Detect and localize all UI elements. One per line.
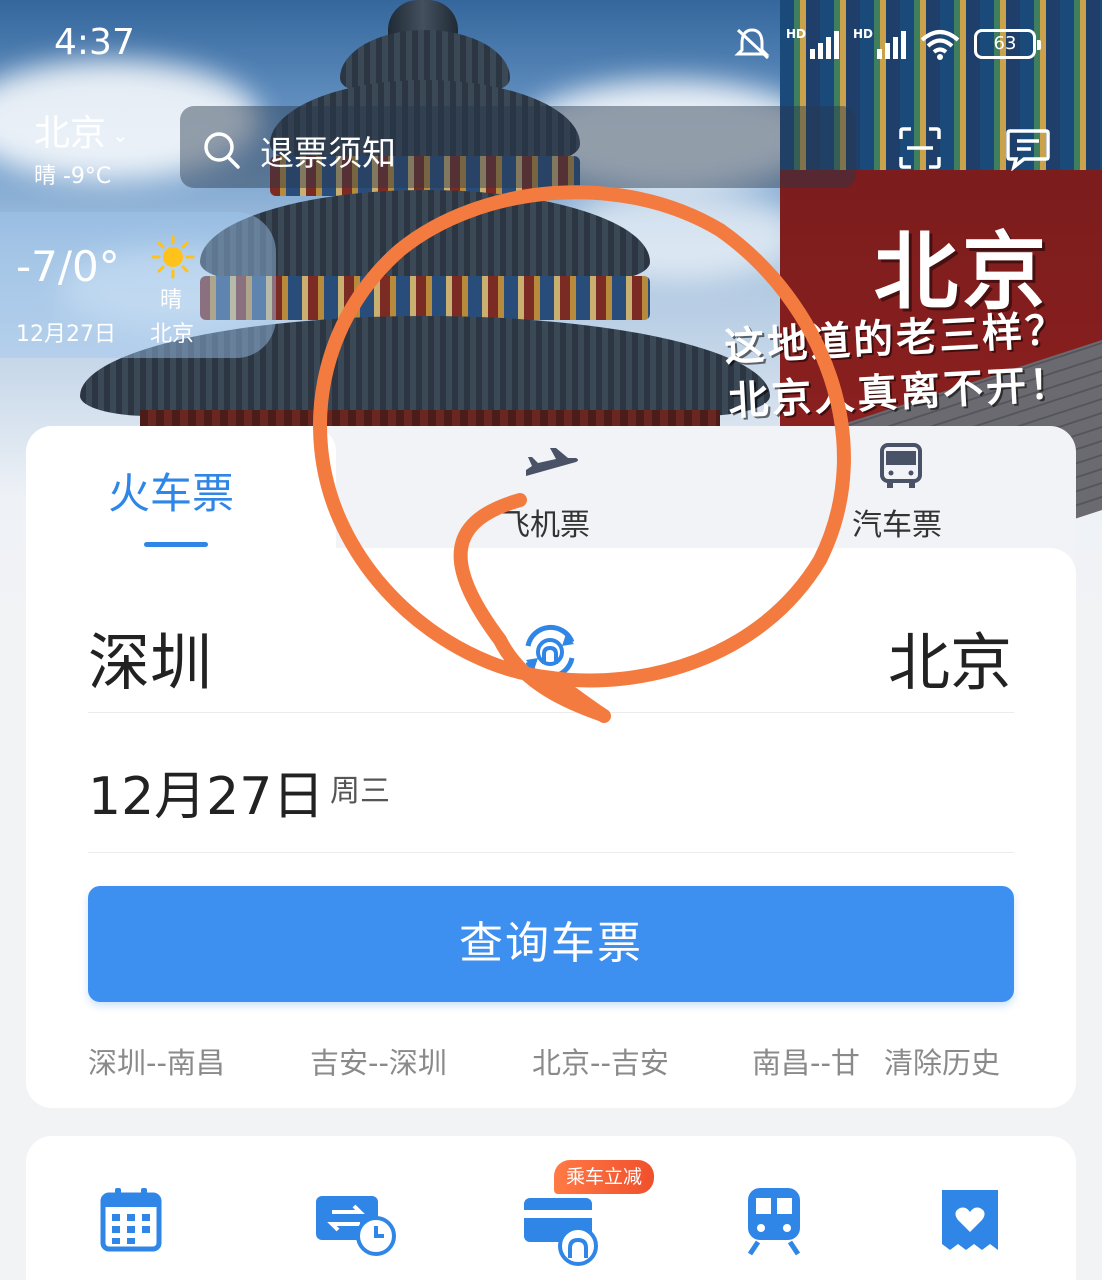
status-icons: HD HD 63 <box>732 26 1041 62</box>
calendar-icon[interactable] <box>100 1186 162 1252</box>
tab-bus-ticket[interactable]: 汽车票 <box>852 500 942 544</box>
weather-date: 12月27日 <box>16 322 116 347</box>
scan-button[interactable] <box>880 108 960 188</box>
departure-date[interactable]: 12月27日 <box>88 754 324 829</box>
city-label: 北京 <box>34 113 107 154</box>
bus-icon <box>880 443 922 488</box>
chevron-down-icon: ⌄ <box>112 123 129 147</box>
from-city[interactable]: 深圳 <box>88 612 212 702</box>
weather-condition: 晴 <box>160 288 183 313</box>
battery-indicator: 63 <box>974 29 1041 59</box>
city-weather: 晴 -9°C <box>34 164 112 189</box>
status-time: 4:37 <box>54 22 135 63</box>
weather-city: 北京 <box>150 322 195 347</box>
history-item[interactable]: 深圳--南昌 <box>88 1040 225 1082</box>
hd-label-2: HD <box>852 27 873 41</box>
message-button[interactable] <box>988 108 1068 188</box>
tab-active-indicator <box>144 542 208 547</box>
divider <box>88 852 1014 853</box>
history-item[interactable]: 南昌--甘 <box>752 1040 864 1082</box>
history-item[interactable]: 北京--吉安 <box>532 1040 669 1082</box>
to-city[interactable]: 北京 <box>888 612 1012 702</box>
wifi-icon <box>920 30 960 60</box>
search-bar[interactable]: 退票须知 <box>180 106 856 188</box>
departure-weekday: 周三 <box>330 774 390 809</box>
clear-history-button[interactable]: 清除历史 <box>884 1040 1000 1082</box>
tab-flight-ticket[interactable]: 飞机票 <box>500 500 590 544</box>
weather-card[interactable]: -7/0° 12月27日 晴 北京 <box>0 212 276 358</box>
sun-icon <box>151 235 195 279</box>
hd-label-1: HD <box>785 27 806 41</box>
promo-badge: 乘车立减 <box>554 1160 655 1194</box>
swap-stations-icon[interactable] <box>514 616 586 688</box>
divider <box>88 712 1014 713</box>
ticket-change-icon[interactable] <box>314 1186 398 1258</box>
query-tickets-button[interactable]: 查询车票 <box>88 886 1014 1002</box>
search-placeholder: 退票须知 <box>260 134 396 174</box>
airplane-icon <box>526 448 578 476</box>
history-item[interactable]: 吉安--深圳 <box>310 1040 447 1082</box>
signal-icon <box>809 29 839 59</box>
temp-range: -7/0° <box>16 242 120 291</box>
tab-train-ticket[interactable]: 火车票 <box>108 460 234 521</box>
scan-icon <box>899 127 941 169</box>
message-icon <box>1006 129 1050 171</box>
train-icon[interactable] <box>744 1186 804 1256</box>
rail-card-icon[interactable] <box>522 1196 604 1266</box>
signal-icon-2 <box>877 29 906 59</box>
city-selector[interactable]: 北京 ⌄ <box>34 104 129 156</box>
bell-muted-icon <box>734 28 770 60</box>
search-icon <box>204 132 240 169</box>
gift-ticket-icon[interactable] <box>940 1186 1000 1254</box>
